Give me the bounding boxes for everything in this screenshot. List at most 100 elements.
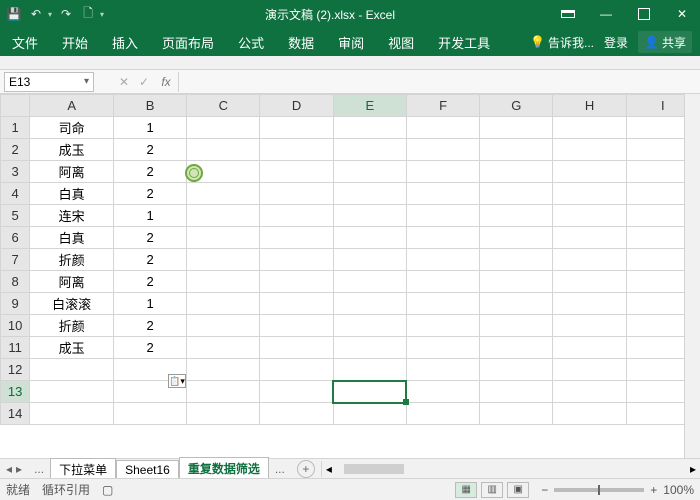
col-header-C[interactable]: C — [187, 95, 260, 117]
login-link[interactable]: 登录 — [604, 34, 628, 51]
tab-formulas[interactable]: 公式 — [226, 28, 276, 56]
tab-overflow-right[interactable]: ... — [269, 462, 291, 476]
scroll-left-icon[interactable]: ◂ — [322, 462, 336, 476]
selected-cell[interactable] — [333, 381, 406, 403]
cell[interactable] — [187, 139, 260, 161]
undo-dropdown-icon[interactable]: ▾ — [48, 10, 52, 19]
cell[interactable]: 2 — [114, 227, 187, 249]
zoom-slider[interactable] — [554, 488, 644, 492]
cell[interactable] — [480, 183, 553, 205]
scroll-right-icon[interactable]: ▸ — [686, 462, 700, 476]
cell[interactable] — [406, 161, 479, 183]
cell[interactable] — [260, 205, 333, 227]
cell[interactable] — [187, 271, 260, 293]
cell[interactable] — [333, 359, 406, 381]
cell[interactable]: 连宋 — [30, 205, 114, 227]
cell[interactable] — [260, 337, 333, 359]
tab-data[interactable]: 数据 — [276, 28, 326, 56]
cell[interactable] — [553, 293, 626, 315]
fill-handle[interactable] — [403, 399, 409, 405]
cell[interactable] — [553, 161, 626, 183]
cell[interactable]: 2 — [114, 161, 187, 183]
cell[interactable]: 阿离 — [30, 161, 114, 183]
cell[interactable]: 2 — [114, 249, 187, 271]
cell[interactable]: 1 — [114, 117, 187, 139]
cell[interactable]: 2 — [114, 183, 187, 205]
cell[interactable] — [553, 271, 626, 293]
cell[interactable] — [260, 249, 333, 271]
cell[interactable] — [187, 183, 260, 205]
cell[interactable] — [553, 227, 626, 249]
cell[interactable]: 2 — [114, 271, 187, 293]
cell[interactable] — [553, 359, 626, 381]
col-header-H[interactable]: H — [553, 95, 626, 117]
cell[interactable] — [406, 183, 479, 205]
cell[interactable] — [480, 293, 553, 315]
cell[interactable] — [30, 359, 114, 381]
cell[interactable] — [260, 293, 333, 315]
col-header-E[interactable]: E — [333, 95, 406, 117]
cell[interactable] — [260, 117, 333, 139]
qat-customize-icon[interactable]: ▾ — [100, 10, 104, 19]
cell[interactable]: 1 — [114, 205, 187, 227]
tab-developer[interactable]: 开发工具 — [426, 28, 502, 56]
maximize-button[interactable] — [626, 0, 662, 28]
formula-input[interactable] — [178, 72, 700, 92]
cell-grid[interactable]: A B C D E F G H I 1司命1 2成玉2 3阿离2 4白真2 5连… — [0, 94, 700, 425]
cell[interactable] — [333, 117, 406, 139]
cell[interactable]: 折颜 — [30, 315, 114, 337]
cell[interactable] — [406, 205, 479, 227]
tab-home[interactable]: 开始 — [50, 28, 100, 56]
row-header[interactable]: 7 — [1, 249, 30, 271]
row-header[interactable]: 9 — [1, 293, 30, 315]
cell[interactable]: 折颜 — [30, 249, 114, 271]
cell[interactable] — [406, 315, 479, 337]
cell[interactable] — [406, 359, 479, 381]
cell[interactable] — [406, 249, 479, 271]
cell[interactable] — [406, 293, 479, 315]
cell[interactable] — [333, 403, 406, 425]
cell[interactable] — [553, 139, 626, 161]
new-sheet-button[interactable]: + — [297, 460, 315, 478]
undo-icon[interactable]: ↶ — [28, 6, 44, 22]
row-header[interactable]: 12 — [1, 359, 30, 381]
cell[interactable] — [187, 227, 260, 249]
cell[interactable] — [187, 337, 260, 359]
cell[interactable] — [333, 337, 406, 359]
tab-scroll-prev-icon[interactable]: ▸ — [16, 462, 22, 476]
cell[interactable] — [480, 315, 553, 337]
sheet-tab[interactable]: 下拉菜单 — [50, 458, 116, 480]
cell[interactable] — [333, 271, 406, 293]
view-page-layout-icon[interactable]: ▥ — [481, 482, 503, 498]
cell[interactable] — [187, 381, 260, 403]
cell[interactable] — [333, 293, 406, 315]
cell[interactable] — [333, 205, 406, 227]
cell[interactable] — [187, 315, 260, 337]
cell[interactable] — [553, 315, 626, 337]
tab-scroll-first-icon[interactable]: ◂ — [6, 462, 12, 476]
cell[interactable] — [553, 403, 626, 425]
cell[interactable] — [553, 381, 626, 403]
cell[interactable] — [406, 381, 479, 403]
row-header[interactable]: 3 — [1, 161, 30, 183]
cell[interactable]: 司命 — [30, 117, 114, 139]
cell[interactable] — [553, 249, 626, 271]
cell[interactable] — [480, 381, 553, 403]
save-icon[interactable]: 💾 — [6, 6, 22, 22]
cell[interactable] — [260, 227, 333, 249]
cell[interactable] — [333, 315, 406, 337]
cell[interactable] — [187, 293, 260, 315]
cell[interactable] — [260, 271, 333, 293]
cell[interactable] — [260, 183, 333, 205]
cell[interactable] — [260, 139, 333, 161]
paste-options-icon[interactable]: 📋▾ — [168, 374, 186, 388]
cell[interactable] — [553, 205, 626, 227]
row-header[interactable]: 4 — [1, 183, 30, 205]
cell[interactable] — [333, 161, 406, 183]
cell[interactable] — [187, 117, 260, 139]
cell[interactable] — [187, 403, 260, 425]
row-header[interactable]: 13 — [1, 381, 30, 403]
cell[interactable] — [260, 381, 333, 403]
cell[interactable] — [30, 403, 114, 425]
namebox-dropdown-icon[interactable]: ▾ — [84, 76, 89, 87]
